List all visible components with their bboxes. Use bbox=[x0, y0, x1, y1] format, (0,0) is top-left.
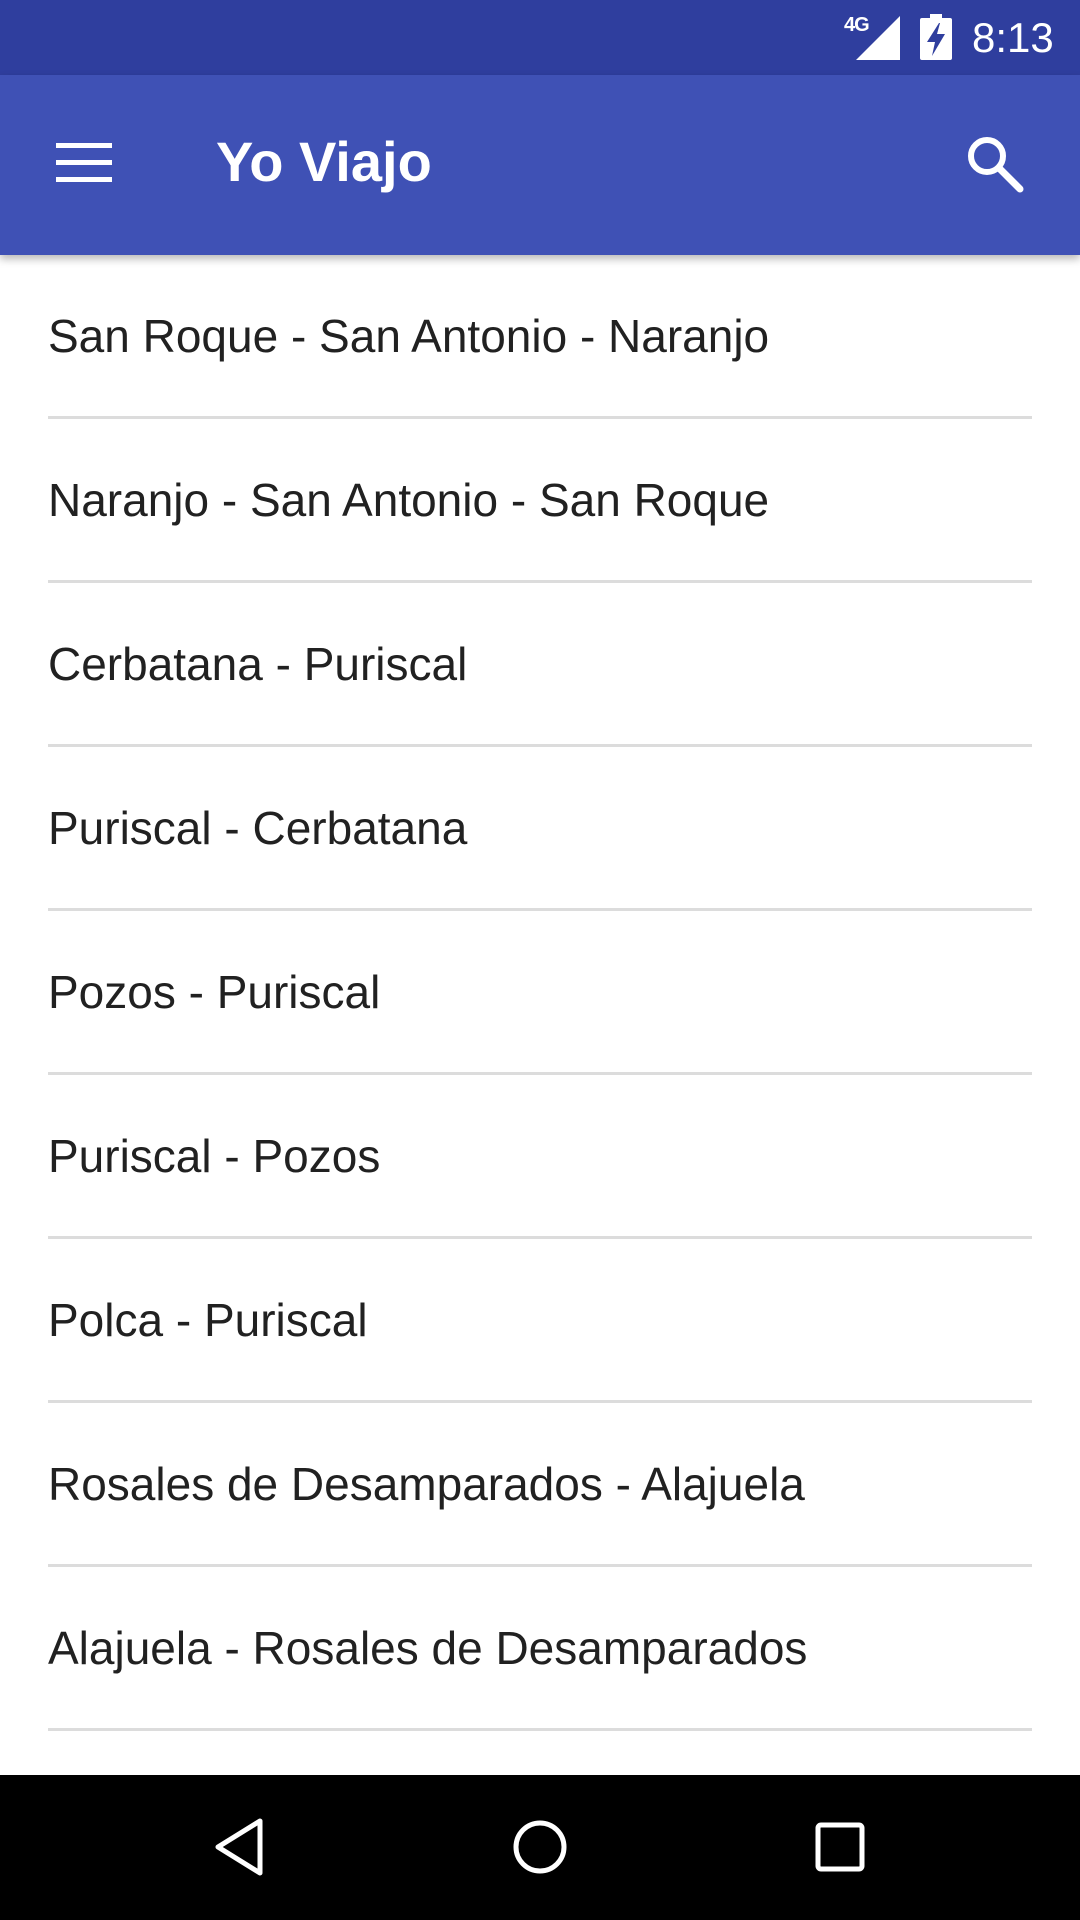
route-list-item[interactable]: San Roque - San Antonio - Naranjo bbox=[48, 255, 1032, 419]
route-label: Puriscal - Pozos bbox=[48, 1129, 381, 1182]
back-button[interactable] bbox=[190, 1797, 290, 1897]
search-button[interactable] bbox=[946, 115, 1042, 211]
app-title: Yo Viajo bbox=[216, 130, 432, 193]
recents-icon bbox=[815, 1822, 865, 1872]
home-button[interactable] bbox=[490, 1797, 590, 1897]
status-bar: 4G 8:13 bbox=[0, 0, 1080, 75]
route-list-item[interactable]: Alajuela - Rosales de Desamparados bbox=[48, 1567, 1032, 1731]
route-label: Polca - Puriscal bbox=[48, 1293, 368, 1346]
battery-charging-icon bbox=[920, 14, 952, 60]
home-icon bbox=[513, 1820, 567, 1874]
route-list-item[interactable]: Naranjo - San Antonio - San Roque bbox=[48, 419, 1032, 583]
route-label: Naranjo - San Antonio - San Roque bbox=[48, 473, 770, 526]
route-label: Pozos - Puriscal bbox=[48, 965, 381, 1018]
route-list: San Roque - San Antonio - Naranjo Naranj… bbox=[0, 255, 1080, 1775]
route-list-item[interactable]: Rosales de Desamparados - Alajuela bbox=[48, 1403, 1032, 1567]
hamburger-menu-icon bbox=[56, 143, 112, 182]
route-list-item[interactable]: Pozos - Puriscal bbox=[48, 911, 1032, 1075]
route-list-item[interactable]: Polca - Puriscal bbox=[48, 1239, 1032, 1403]
signal-icon bbox=[856, 16, 900, 60]
app-bar: Yo Viajo bbox=[0, 75, 1080, 255]
recents-button[interactable] bbox=[790, 1797, 890, 1897]
route-label: Rosales de Desamparados - Alajuela bbox=[48, 1457, 805, 1510]
menu-button[interactable] bbox=[36, 115, 132, 211]
route-list-item[interactable]: Puriscal - Cerbatana bbox=[48, 747, 1032, 911]
back-icon bbox=[215, 1818, 263, 1876]
route-label: Puriscal - Cerbatana bbox=[48, 801, 468, 854]
route-list-item[interactable]: Puriscal - Pozos bbox=[48, 1075, 1032, 1239]
route-list-item[interactable]: Cerbatana - Puriscal bbox=[48, 583, 1032, 747]
search-icon bbox=[968, 137, 1024, 193]
route-label: Alajuela - Rosales de Desamparados bbox=[48, 1621, 808, 1674]
route-label: Cerbatana - Puriscal bbox=[48, 637, 468, 690]
screen: 4G 8:13 Yo Viajo San Roque - San Antonio… bbox=[0, 0, 1080, 1920]
clock: 8:13 bbox=[972, 14, 1054, 61]
navigation-bar bbox=[0, 1775, 1080, 1920]
route-label: San Roque - San Antonio - Naranjo bbox=[48, 309, 770, 362]
